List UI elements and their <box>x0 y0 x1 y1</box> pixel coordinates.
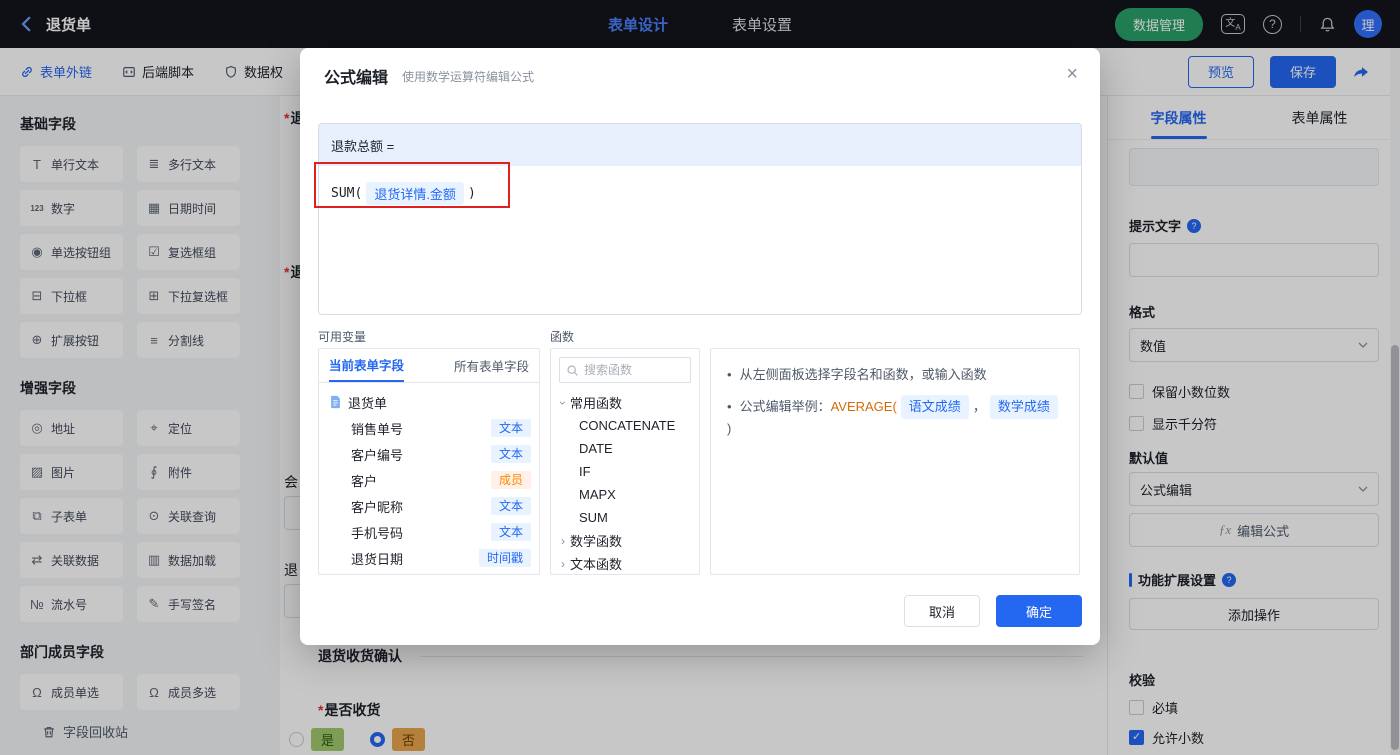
chevron-collapsed-icon: › <box>561 533 565 548</box>
function-group-common[interactable]: › 常用函数 <box>551 391 699 414</box>
formula-editor-box[interactable]: 退款总额 = SUM( 退货详情.金额 ) <box>318 123 1082 315</box>
tree-root-form[interactable]: 退货单 <box>327 389 531 415</box>
modal-subtitle: 使用数学运算符编辑公式 <box>402 69 535 84</box>
example-function-name: AVERAGE( <box>830 399 897 414</box>
formula-expression[interactable]: SUM( 退货详情.金额 ) <box>319 166 1081 221</box>
functions-panel: › 常用函数 CONCATENATE DATE IF MAPX SUM › 数学… <box>550 348 700 575</box>
field-type-tag: 成员 <box>490 471 531 489</box>
modal-title: 公式编辑 <box>324 70 389 87</box>
variables-panel: 当前表单字段 所有表单字段 退货单 销售单号 文本 客户编号 文本 客户 成员 … <box>318 348 540 575</box>
function-item-date[interactable]: DATE <box>551 437 699 460</box>
tip-line-2: • 公式编辑举例： AVERAGE( 语文成绩 ， 数学成绩 ) <box>727 395 1063 439</box>
formula-function-name: SUM( <box>331 186 363 201</box>
field-type-tag: 文本 <box>490 523 531 541</box>
example-field-chip: 数学成绩 <box>989 395 1058 419</box>
field-type-tag: 文本 <box>490 445 531 463</box>
formula-help-panel: • 从左侧面板选择字段名和函数，或输入函数 • 公式编辑举例： AVERAGE(… <box>710 348 1080 575</box>
example-field-chip: 语文成绩 <box>900 395 969 419</box>
field-type-tag: 文本 <box>490 497 531 515</box>
function-group-text[interactable]: › 文本函数 <box>551 552 699 574</box>
app-window: 退货单 表单设计 表单设置 数据管理 文A ? 理 表单外链 后端脚本 数据权 <box>0 0 1400 755</box>
function-item-if[interactable]: IF <box>551 460 699 483</box>
variable-row-customer[interactable]: 客户 成员 <box>327 467 531 493</box>
search-icon <box>567 364 578 376</box>
available-variables-label: 可用变量 <box>318 330 367 344</box>
variable-row-customer-nickname[interactable]: 客户昵称 文本 <box>327 493 531 519</box>
function-search-input[interactable] <box>584 363 684 377</box>
variable-row-customer-no[interactable]: 客户编号 文本 <box>327 441 531 467</box>
function-item-sum[interactable]: SUM <box>551 506 699 529</box>
function-item-mapx[interactable]: MAPX <box>551 483 699 506</box>
chevron-collapsed-icon: › <box>561 556 565 571</box>
close-icon[interactable]: × <box>1066 64 1078 84</box>
field-type-tag: 文本 <box>490 419 531 437</box>
formula-editor-modal: 公式编辑 使用数学运算符编辑公式 × 退款总额 = SUM( 退货详情.金额 )… <box>300 48 1100 645</box>
variable-row-phone[interactable]: 手机号码 文本 <box>327 519 531 545</box>
variable-row-sales-order-no[interactable]: 销售单号 文本 <box>327 415 531 441</box>
formula-target-bar: 退款总额 = <box>319 124 1081 166</box>
modal-footer: 取消 确定 <box>904 595 1082 627</box>
document-icon <box>331 395 340 409</box>
tab-current-form-fields[interactable]: 当前表单字段 <box>329 349 405 382</box>
confirm-button[interactable]: 确定 <box>996 595 1082 627</box>
formula-field-chip[interactable]: 退货详情.金额 <box>366 182 464 205</box>
variables-tabs: 当前表单字段 所有表单字段 <box>319 349 539 383</box>
tip-line-1: • 从左侧面板选择字段名和函数，或输入函数 <box>727 367 987 382</box>
function-search-box[interactable] <box>559 357 691 383</box>
function-group-math[interactable]: › 数学函数 <box>551 529 699 552</box>
variable-row-return-date[interactable]: 退货日期 时间戳 <box>327 545 531 571</box>
functions-label: 函数 <box>550 330 575 344</box>
tab-all-form-fields[interactable]: 所有表单字段 <box>454 349 529 382</box>
function-item-concatenate[interactable]: CONCATENATE <box>551 414 699 437</box>
cancel-button[interactable]: 取消 <box>904 595 980 627</box>
variables-tree: 退货单 销售单号 文本 客户编号 文本 客户 成员 客户昵称 文本 手机号码 文… <box>319 383 539 574</box>
field-type-tag: 时间戳 <box>478 549 531 567</box>
modal-header: 公式编辑 使用数学运算符编辑公式 × <box>300 48 1100 104</box>
chevron-expanded-icon: › <box>556 400 570 405</box>
